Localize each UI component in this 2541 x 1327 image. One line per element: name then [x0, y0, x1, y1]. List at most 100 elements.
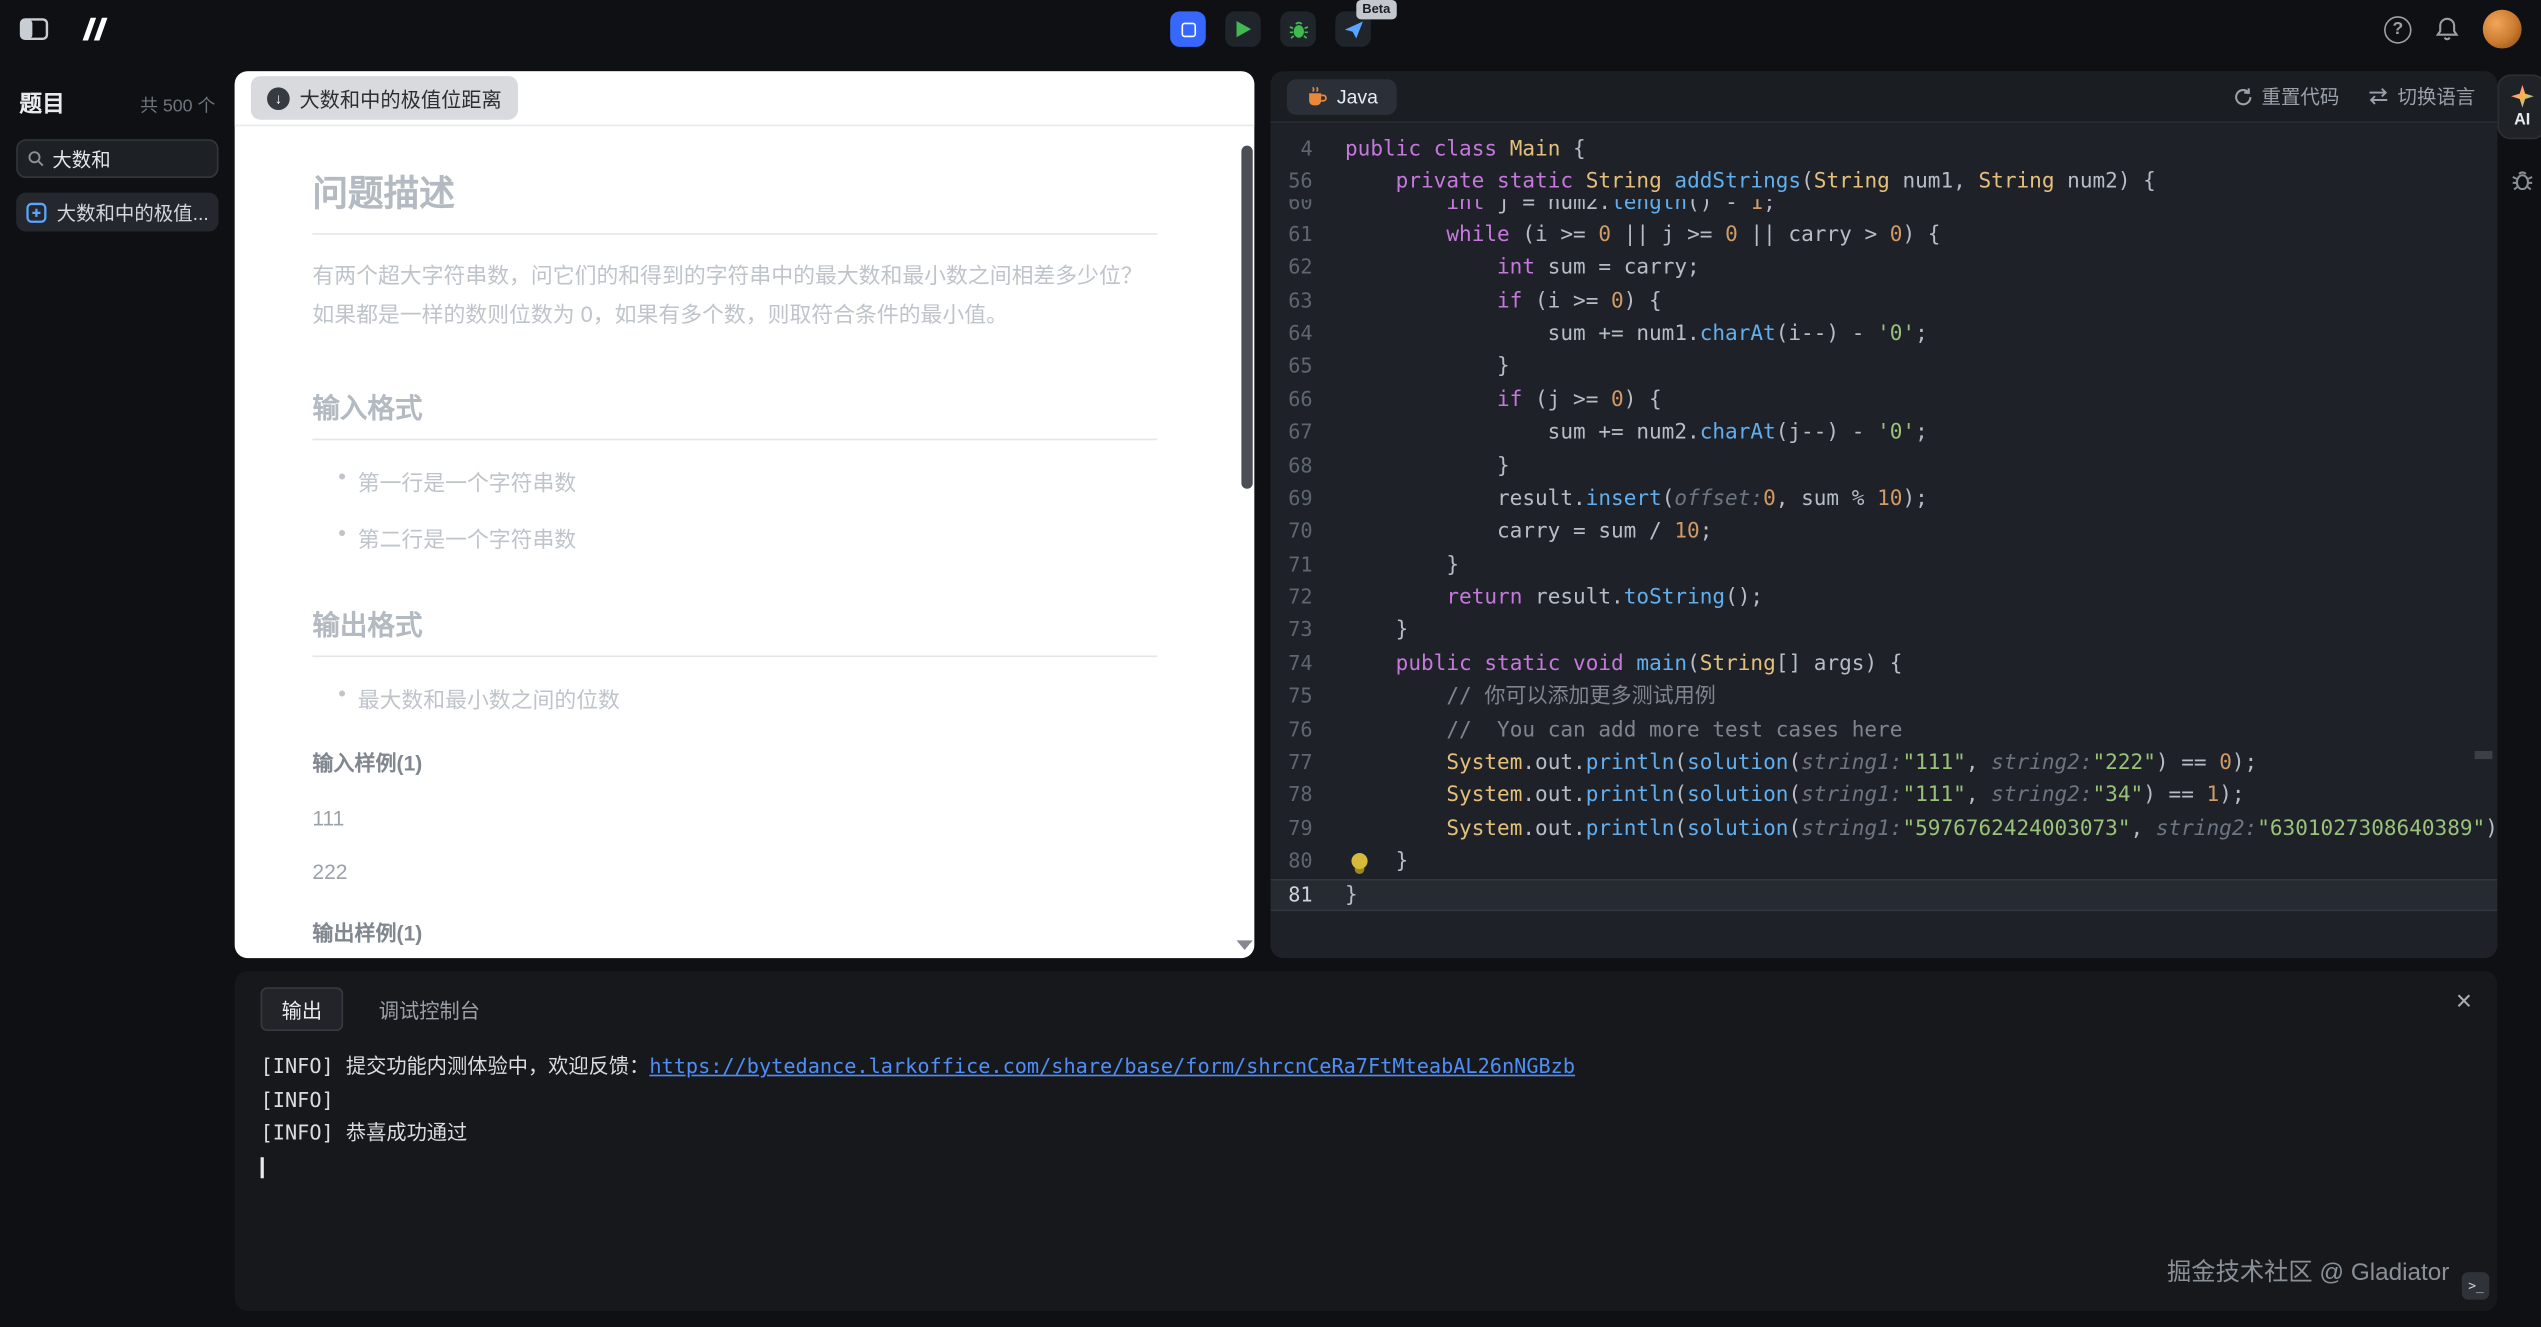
run-button[interactable] — [1225, 11, 1261, 47]
code-line-79[interactable]: 79 System.out.println(solution(string1:"… — [1271, 812, 2498, 845]
sidebar-toggle-icon[interactable] — [19, 18, 48, 41]
code-line-71[interactable]: 71 } — [1271, 548, 2498, 581]
app-window: Beta ? 题目 共 500 个 — [0, 0, 2541, 1327]
sidebar-title: 题目 — [19, 87, 64, 119]
submit-button[interactable]: Beta — [1335, 11, 1371, 47]
code-line-4[interactable]: 4public class Main { — [1271, 133, 2498, 166]
line-number: 67 — [1271, 416, 1345, 449]
code-line-68[interactable]: 68 } — [1271, 449, 2498, 482]
line-number: 60 — [1271, 199, 1345, 218]
code-line-73[interactable]: 73 } — [1271, 614, 2498, 647]
code-line-77[interactable]: 77 System.out.println(solution(string1:"… — [1271, 746, 2498, 779]
problem-block-h2: 输入格式 — [312, 385, 1157, 440]
problem-block-li: 第一行是一个字符串数 — [338, 464, 1157, 496]
line-number: 72 — [1271, 581, 1345, 614]
problem-scrollbar-thumb[interactable] — [1241, 146, 1252, 489]
code-line-76[interactable]: 76 // You can add more test cases here — [1271, 713, 2498, 746]
line-number: 56 — [1271, 166, 1345, 199]
code-line-70[interactable]: 70 carry = sum / 10; — [1271, 515, 2498, 548]
code-line-72[interactable]: 72 return result.toString(); — [1271, 581, 2498, 614]
beta-badge: Beta — [1356, 0, 1397, 19]
download-arrow-icon: ↓ — [267, 87, 290, 110]
debug-button[interactable] — [1280, 11, 1316, 47]
console-text: [INFO] — [261, 1120, 334, 1144]
community-watermark: 掘金技术社区 @ Gladiator — [2167, 1254, 2449, 1288]
console-text: [INFO] — [261, 1087, 334, 1111]
bug-icon — [1288, 19, 1309, 40]
search-input[interactable] — [52, 147, 207, 170]
user-avatar[interactable] — [2483, 10, 2522, 49]
console-text: 提交功能内测体验中，欢迎反馈： — [334, 1054, 650, 1078]
line-number: 81 — [1271, 878, 1345, 911]
console-line: [INFO] 恭喜成功通过 — [261, 1117, 2472, 1150]
code-line-66[interactable]: 66 if (j >= 0) { — [1271, 383, 2498, 416]
problem-block-sample: 111 — [312, 805, 1157, 829]
line-number: 73 — [1271, 614, 1345, 647]
language-tab-java[interactable]: Java — [1287, 78, 1398, 114]
code-line-78[interactable]: 78 System.out.println(solution(string1:"… — [1271, 779, 2498, 812]
reset-code-button[interactable]: 重置代码 — [2234, 83, 2339, 111]
notifications-bell-button[interactable] — [2434, 16, 2460, 42]
console-link[interactable]: https://bytedance.larkoffice.com/share/b… — [649, 1054, 1575, 1078]
bug-report-button[interactable] — [2510, 168, 2534, 192]
problems-sidebar: 题目 共 500 个 大数和中的极值... — [0, 58, 235, 1327]
code-line-64[interactable]: 64 sum += num1.charAt(i--) - '0'; — [1271, 317, 2498, 350]
play-icon — [1234, 19, 1252, 38]
code-line-65[interactable]: 65 } — [1271, 350, 2498, 383]
code-line-62[interactable]: 62 int sum = carry; — [1271, 251, 2498, 284]
problem-tab[interactable]: ↓ 大数和中的极值位距离 — [251, 76, 518, 120]
bug-report-icon — [2510, 168, 2534, 192]
problem-block-h2: 输出格式 — [312, 601, 1157, 656]
terminal-corner-icon[interactable]: >_ — [2462, 1272, 2490, 1300]
scroll-down-arrow-icon[interactable] — [1237, 940, 1253, 950]
code-line-67[interactable]: 67 sum += num2.charAt(j--) - '0'; — [1271, 416, 2498, 449]
console-panel: 输出 调试控制台 × [INFO] 提交功能内测体验中，欢迎反馈：https:/… — [235, 971, 2498, 1311]
code-line-56[interactable]: 56 private static String addStrings(Stri… — [1271, 166, 2498, 199]
problem-block-h1: 问题描述 — [312, 165, 1157, 235]
sidebar-item-problem[interactable]: 大数和中的极值... — [16, 193, 218, 232]
line-number: 80 — [1271, 845, 1345, 878]
problem-block-li: 第二行是一个字符串数 — [338, 520, 1157, 552]
problem-tab-title: 大数和中的极值位距离 — [299, 83, 501, 114]
problem-count: 共 500 个 — [140, 92, 215, 118]
code-line-80[interactable]: 80 } — [1271, 845, 2498, 878]
code-line-60[interactable]: 60 int j = num2.length() - 1; — [1271, 199, 2498, 218]
line-number: 70 — [1271, 515, 1345, 548]
console-line: [INFO] — [261, 1084, 2472, 1117]
switch-language-label: 切换语言 — [2398, 83, 2476, 111]
topbar: Beta ? — [0, 0, 2541, 58]
code-line-69[interactable]: 69 result.insert(offset:0, sum % 10); — [1271, 482, 2498, 515]
close-console-icon[interactable]: × — [2456, 987, 2472, 1015]
problem-panel: ↓ 大数和中的极值位距离 问题描述有两个超大字符串数，问它们的和得到的字符串中的… — [235, 71, 1255, 958]
tab-debug-console[interactable]: 调试控制台 — [379, 994, 480, 1025]
code-lines[interactable]: 4public class Main {56 private static St… — [1271, 123, 2498, 958]
line-number: 71 — [1271, 548, 1345, 581]
console-text: 恭喜成功通过 — [334, 1120, 468, 1144]
app-logo[interactable] — [78, 16, 114, 42]
line-number: 76 — [1271, 713, 1345, 746]
console-caret — [261, 1156, 263, 1177]
sidebar-item-label: 大数和中的极值... — [57, 198, 209, 226]
language-tab-label: Java — [1337, 85, 1378, 108]
line-number: 78 — [1271, 779, 1345, 812]
search-box[interactable] — [16, 139, 218, 178]
tab-output[interactable]: 输出 — [261, 987, 344, 1031]
search-icon — [28, 149, 45, 168]
help-button[interactable]: ? — [2384, 15, 2412, 43]
right-rail: AI — [2498, 58, 2541, 1327]
code-line-81[interactable]: 81} — [1271, 878, 2498, 911]
code-line-63[interactable]: 63 if (i >= 0) { — [1271, 284, 2498, 317]
stop-button[interactable] — [1170, 11, 1206, 47]
line-number: 62 — [1271, 251, 1345, 284]
problem-content: 问题描述有两个超大字符串数，问它们的和得到的字符串中的最大数和最小数之间相差多少… — [235, 126, 1255, 958]
ai-assistant-button[interactable]: AI — [2498, 74, 2541, 139]
code-line-75[interactable]: 75 // 你可以添加更多测试用例 — [1271, 680, 2498, 713]
code-line-74[interactable]: 74 public static void main(String[] args… — [1271, 647, 2498, 680]
code-line-61[interactable]: 61 while (i >= 0 || j >= 0 || carry > 0)… — [1271, 218, 2498, 251]
console-line — [261, 1150, 2472, 1183]
problem-item-icon — [26, 202, 47, 223]
console-text: [INFO] — [261, 1054, 334, 1078]
switch-language-button[interactable]: 切换语言 — [2368, 83, 2475, 111]
ai-sparkle-icon — [2510, 84, 2534, 108]
editor-scrollbar-thumb[interactable] — [2475, 751, 2493, 759]
